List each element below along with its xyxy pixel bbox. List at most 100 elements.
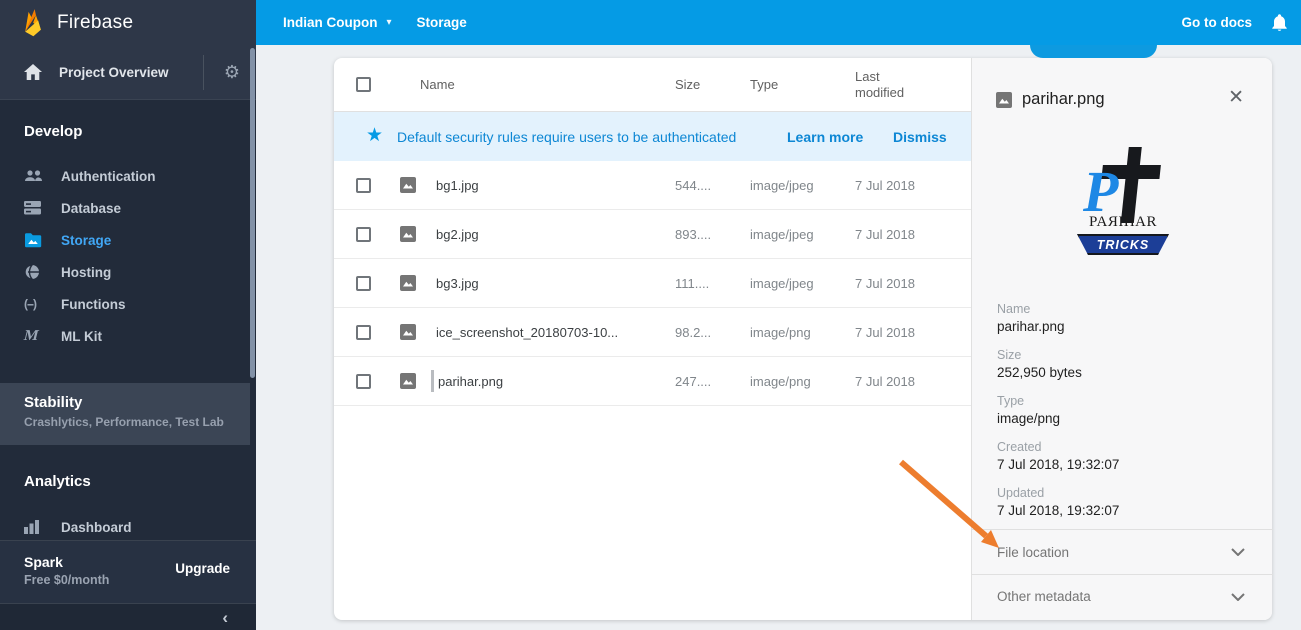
file-preview-image: P PAЯIHAR TRICKS: [1071, 145, 1175, 257]
file-name: ice_screenshot_20180703-10...: [436, 324, 619, 340]
image-file-icon: [400, 275, 416, 291]
table-row[interactable]: bg3.jpg 111.... image/jpeg 7 Jul 2018: [334, 259, 971, 308]
field-updated: Updated 7 Jul 2018, 19:32:07: [997, 486, 1120, 518]
table-row[interactable]: ice_screenshot_20180703-10... 98.2... im…: [334, 308, 971, 357]
file-location-section[interactable]: File location: [972, 529, 1273, 574]
functions-icon: (--): [24, 297, 37, 311]
file-modified: 7 Jul 2018: [855, 177, 915, 193]
sidebar-item-project-overview[interactable]: Project Overview ⚙: [0, 45, 256, 100]
sidebar-section-stability[interactable]: Stability Crashlytics, Performance, Test…: [0, 383, 250, 445]
file-name: bg3.jpg: [436, 275, 479, 291]
storage-folder-icon: [24, 232, 48, 248]
file-name: bg1.jpg: [436, 177, 479, 193]
ml-kit-icon: M: [22, 327, 41, 344]
sidebar-item-hosting[interactable]: Hosting: [0, 256, 250, 288]
upgrade-button[interactable]: Upgrade: [175, 561, 230, 576]
collapse-sidebar-icon[interactable]: ‹: [222, 609, 228, 626]
file-size: 111....: [675, 275, 710, 291]
database-icon: [24, 201, 48, 215]
file-size: 247....: [675, 373, 712, 389]
sidebar-item-label: ML Kit: [61, 328, 102, 344]
row-checkbox[interactable]: [356, 324, 371, 340]
column-name: Name: [420, 77, 455, 92]
row-checkbox[interactable]: [356, 373, 371, 389]
security-rules-banner: ★ Default security rules require users t…: [334, 112, 971, 161]
image-file-icon: [400, 177, 416, 193]
field-size: Size 252,950 bytes: [997, 348, 1082, 380]
files-table: Name Size Type Last modified ★ Default s…: [334, 58, 971, 620]
image-file-icon: [400, 324, 416, 340]
file-modified: 7 Jul 2018: [855, 226, 915, 242]
develop-heading: Develop: [24, 123, 83, 140]
column-size: Size: [675, 77, 701, 92]
dismiss-link[interactable]: Dismiss: [893, 129, 947, 145]
globe-icon: [24, 264, 48, 280]
column-type: Type: [750, 77, 779, 92]
row-checkbox[interactable]: [356, 275, 371, 291]
banner-message: Default security rules require users to …: [397, 128, 737, 145]
table-header: Name Size Type Last modified: [334, 58, 971, 112]
table-row[interactable]: bg2.jpg 893.... image/jpeg 7 Jul 2018: [334, 210, 971, 259]
sidebar-item-ml-kit[interactable]: M ML Kit: [0, 320, 250, 352]
file-name: bg2.jpg: [436, 226, 479, 242]
upload-button-partial[interactable]: [1030, 45, 1157, 58]
file-type: image/jpeg: [750, 226, 814, 242]
brand-name: Firebase: [57, 11, 134, 33]
field-type: Type image/png: [997, 394, 1061, 426]
top-bar: Firebase Indian Coupon ▾ Storage Go to d…: [0, 0, 1301, 45]
file-type: image/jpeg: [750, 275, 814, 291]
close-icon[interactable]: ✕: [1228, 88, 1244, 107]
file-size: 544....: [675, 177, 712, 193]
details-title: parihar.png: [1022, 90, 1105, 108]
table-row-selected[interactable]: parihar.png 247.... image/png 7 Jul 2018: [334, 357, 971, 406]
stability-subtitle: Crashlytics, Performance, Test Lab: [24, 415, 224, 429]
firebase-flame-icon: [25, 8, 41, 36]
sidebar-item-functions[interactable]: (--) Functions: [0, 288, 250, 320]
go-to-docs-link[interactable]: Go to docs: [1182, 15, 1253, 30]
sidebar-item-label: Storage: [61, 232, 112, 248]
sidebar-scrollbar[interactable]: [250, 48, 255, 378]
divider: [203, 55, 204, 90]
image-file-icon: [400, 373, 416, 389]
bell-icon: [1272, 14, 1287, 31]
bar-chart-icon: [24, 520, 48, 534]
stability-heading: Stability: [24, 394, 83, 411]
selection-cursor-bar: [431, 370, 434, 392]
sidebar: Project Overview ⚙ Develop Authenticatio…: [0, 45, 256, 630]
row-checkbox[interactable]: [356, 177, 371, 193]
row-checkbox[interactable]: [356, 226, 371, 242]
field-created: Created 7 Jul 2018, 19:32:07: [997, 440, 1120, 472]
star-icon: ★: [366, 125, 384, 146]
file-size: 98.2...: [675, 324, 712, 340]
sidebar-item-dashboard[interactable]: Dashboard: [0, 511, 250, 543]
firebase-brand[interactable]: Firebase: [0, 0, 256, 45]
file-details-panel: parihar.png ✕ P PAЯIHAR TRICKS Name pari…: [971, 58, 1273, 620]
plan-footer: Spark Free $0/month Upgrade: [0, 540, 256, 603]
sidebar-item-label: Dashboard: [61, 519, 132, 535]
gear-icon[interactable]: ⚙: [213, 45, 251, 100]
logo-banner: TRICKS: [1077, 234, 1169, 255]
sidebar-item-label: Hosting: [61, 264, 112, 280]
sidebar-item-database[interactable]: Database: [0, 192, 250, 224]
learn-more-link[interactable]: Learn more: [787, 129, 863, 145]
project-overview-label: Project Overview: [59, 64, 169, 80]
project-switcher[interactable]: Indian Coupon ▾: [283, 15, 392, 30]
other-metadata-section[interactable]: Other metadata: [972, 574, 1273, 618]
sidebar-item-authentication[interactable]: Authentication: [0, 160, 250, 192]
chevron-down-icon: ▾: [386, 16, 392, 28]
file-type: image/png: [750, 373, 811, 389]
image-file-icon: [996, 91, 1012, 108]
project-name: Indian Coupon: [283, 15, 378, 30]
table-row[interactable]: bg1.jpg 544.... image/jpeg 7 Jul 2018: [334, 161, 971, 210]
sidebar-item-label: Database: [61, 200, 122, 216]
field-name: Name parihar.png: [997, 302, 1065, 334]
sidebar-item-storage[interactable]: Storage: [0, 224, 250, 256]
metadata-fields: Name parihar.png Size 252,950 bytes Type…: [997, 302, 1119, 532]
select-all-checkbox[interactable]: [356, 77, 371, 92]
sidebar-item-label: Authentication: [61, 168, 156, 184]
breadcrumb-page: Storage: [416, 15, 467, 30]
details-header: parihar.png ✕: [996, 88, 1248, 109]
notifications-button[interactable]: [1271, 13, 1288, 32]
app-bar: Indian Coupon ▾ Storage Go to docs: [256, 0, 1301, 45]
file-type: image/jpeg: [750, 177, 814, 193]
